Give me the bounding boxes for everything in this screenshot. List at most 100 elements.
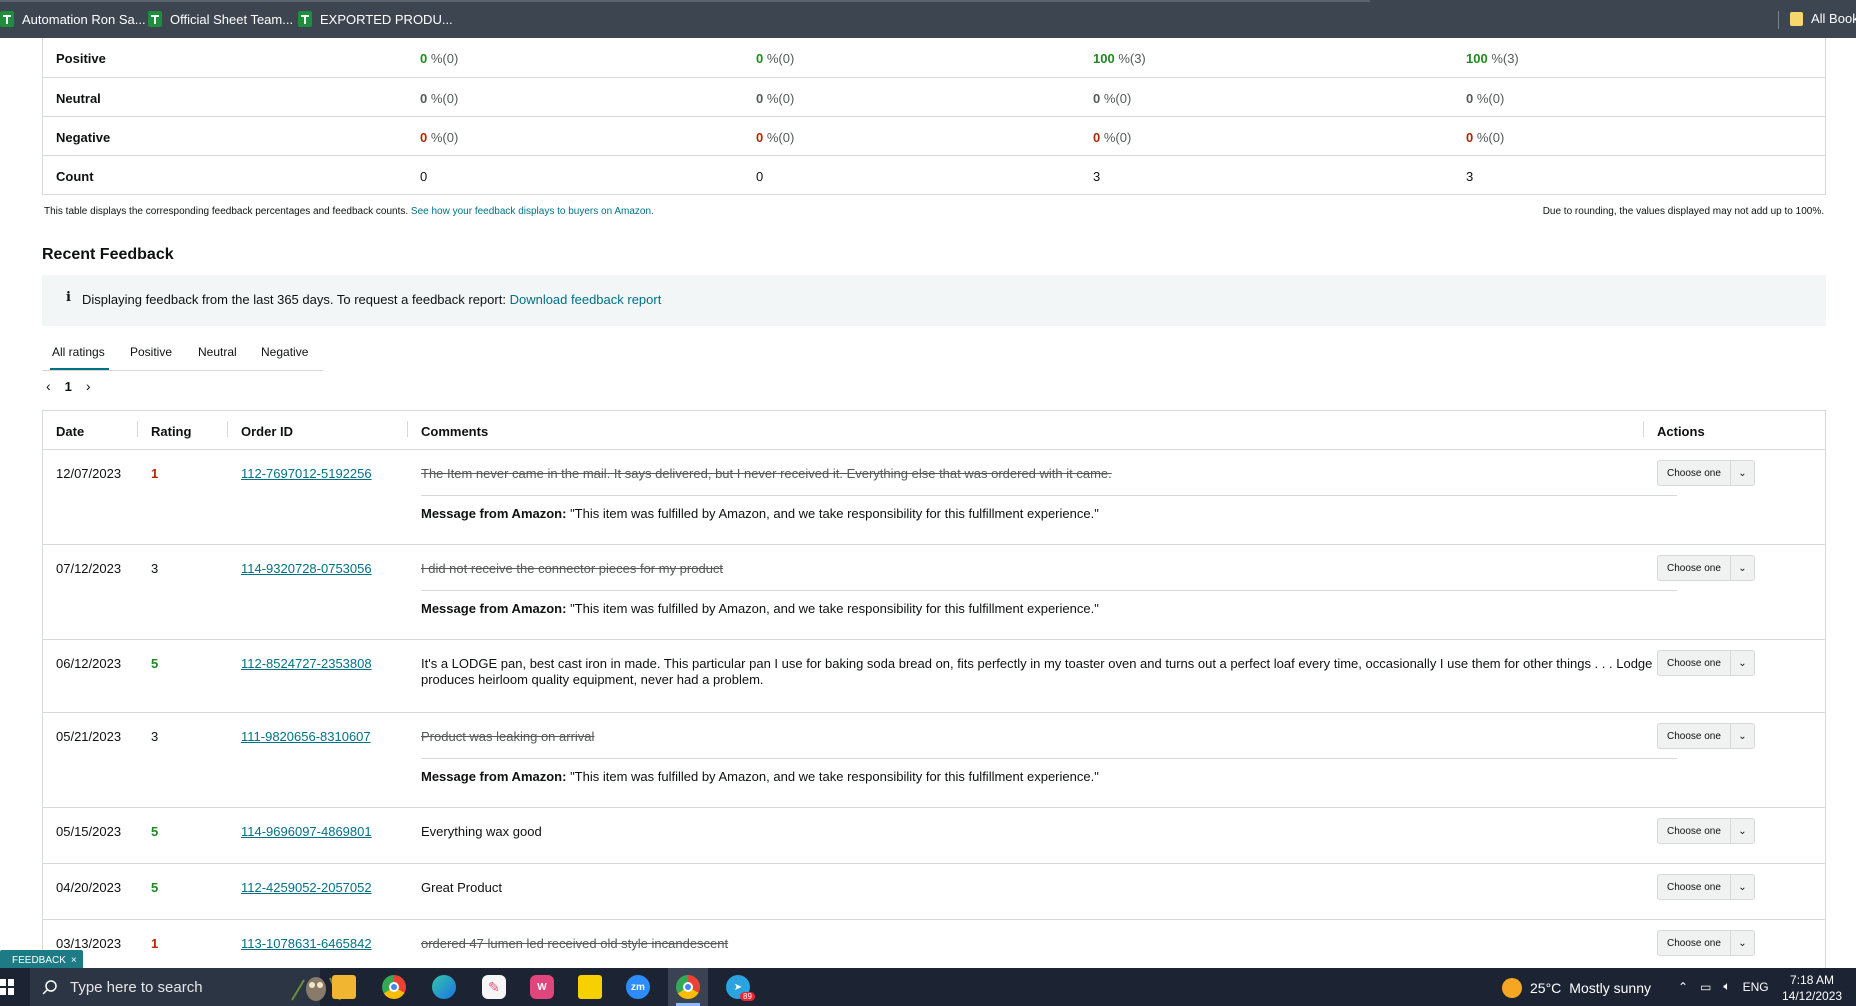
bookmark-official-sheet[interactable]: Official Sheet Team... xyxy=(148,11,293,27)
action-dropdown[interactable]: Choose one ⌄ xyxy=(1657,650,1755,676)
search-placeholder: Type here to search xyxy=(70,978,203,996)
chrome-icon[interactable] xyxy=(382,975,406,999)
network-icon[interactable]: ▭ xyxy=(1700,980,1711,994)
bookmarks-bar: Automation Ron Sa... Official Sheet Team… xyxy=(0,0,1856,38)
windows-start-icon[interactable] xyxy=(0,979,14,995)
table-row: 07/12/2023 3 114-9320728-0753056 I did n… xyxy=(43,545,1825,640)
edge-icon[interactable] xyxy=(432,975,456,999)
amazon-message: Message from Amazon: "This item was fulf… xyxy=(421,758,1677,784)
order-id-link[interactable]: 114-9696097-4869801 xyxy=(241,824,372,839)
windows-taskbar: Type here to search ✎ W zm ➤ 89 25°C Mos… xyxy=(0,968,1856,1006)
summary-cell: 0 %(0) xyxy=(756,91,795,106)
header-date[interactable]: Date xyxy=(56,424,84,439)
info-message: Displaying feedback from the last 365 da… xyxy=(82,292,661,307)
row-rating: 1 xyxy=(151,466,159,481)
telegram-badge: 89 xyxy=(740,992,755,1001)
sun-icon xyxy=(1502,978,1522,998)
rounding-note: Due to rounding, the values displayed ma… xyxy=(1542,206,1824,217)
summary-cell: 100 %(3) xyxy=(1093,51,1146,66)
language-indicator[interactable]: ENG xyxy=(1743,980,1769,994)
weather-desc: Mostly sunny xyxy=(1569,980,1651,996)
row-label: Positive xyxy=(56,51,106,66)
order-id-link[interactable]: 113-1078631-6465842 xyxy=(241,936,372,951)
chevron-down-icon: ⌄ xyxy=(1730,461,1754,485)
active-tab-indicator xyxy=(50,368,109,370)
summary-row-negative: Negative 0 %(0) 0 %(0) 0 %(0) 0 %(0) xyxy=(43,116,1825,155)
close-icon[interactable]: × xyxy=(71,955,77,966)
clock-time: 7:18 AM xyxy=(1790,973,1835,987)
pagination: ‹ 1 › xyxy=(46,378,91,394)
feedback-summary-table: Positive 0 %(0) 0 %(0) 100 %(3) 100 %(3)… xyxy=(42,38,1826,195)
bookmark-automation[interactable]: Automation Ron Sa... xyxy=(0,11,146,27)
order-id-link[interactable]: 112-4259052-2057052 xyxy=(241,880,372,895)
wps-icon[interactable]: W xyxy=(530,975,554,999)
all-bookmarks-label: All Bookmarks xyxy=(1811,11,1856,26)
amazon-message: Message from Amazon: "This item was fulf… xyxy=(421,495,1677,521)
tab-negative[interactable]: Negative xyxy=(261,345,308,359)
weather-widget[interactable]: 25°C Mostly sunny xyxy=(1502,978,1651,998)
chevron-up-icon[interactable]: ⌃ xyxy=(1678,980,1688,994)
header-order-id[interactable]: Order ID xyxy=(241,424,293,439)
tab-neutral[interactable]: Neutral xyxy=(198,345,237,359)
taskbar-search[interactable]: Type here to search xyxy=(30,968,341,1006)
summary-cell: 0 %(0) xyxy=(420,51,459,66)
table-row: 04/20/2023 5 112-4259052-2057052 Great P… xyxy=(43,864,1825,920)
summary-row-count: Count 0 0 3 3 xyxy=(43,155,1825,194)
order-id-link[interactable]: 114-9320728-0753056 xyxy=(241,561,372,576)
order-id-link[interactable]: 112-8524727-2353808 xyxy=(241,656,372,671)
tab-positive[interactable]: Positive xyxy=(130,345,172,359)
action-dropdown[interactable]: Choose one ⌄ xyxy=(1657,555,1755,581)
row-rating: 5 xyxy=(151,824,159,839)
info-icon: i xyxy=(66,290,71,305)
row-comment: ordered 47 lumen led received old style … xyxy=(421,936,729,951)
header-rating[interactable]: Rating xyxy=(151,424,191,439)
summary-cell: 0 %(0) xyxy=(1466,91,1505,106)
prev-page-icon[interactable]: ‹ xyxy=(46,378,51,394)
sheets-icon xyxy=(148,11,162,27)
clock[interactable]: 7:18 AM 14/12/2023 xyxy=(1782,972,1842,1004)
buyer-display-link[interactable]: See how your feedback displays to buyers… xyxy=(411,206,654,217)
action-dropdown[interactable]: Choose one ⌄ xyxy=(1657,874,1755,900)
action-dropdown[interactable]: Choose one ⌄ xyxy=(1657,930,1755,956)
summary-row-neutral: Neutral 0 %(0) 0 %(0) 0 %(0) 0 %(0) xyxy=(43,77,1825,116)
summary-note: This table displays the corresponding fe… xyxy=(44,206,654,217)
next-page-icon[interactable]: › xyxy=(86,378,91,394)
rating-tabs: All ratings Positive Neutral Negative xyxy=(42,333,323,371)
info-alert: i Displaying feedback from the last 365 … xyxy=(42,275,1826,326)
summary-cell: 0 %(0) xyxy=(420,91,459,106)
sticky-notes-icon[interactable] xyxy=(578,975,602,999)
row-date: 04/20/2023 xyxy=(56,880,122,895)
action-dropdown[interactable]: Choose one ⌄ xyxy=(1657,460,1755,486)
table-row: 06/12/2023 5 112-8524727-2353808 It's a … xyxy=(43,640,1825,713)
tab-strip-edge xyxy=(0,0,1370,2)
summary-cell: 3 xyxy=(1093,169,1101,184)
chrome-profile-icon[interactable] xyxy=(676,975,700,999)
volume-icon[interactable]: 🔈︎ xyxy=(1723,979,1730,994)
bookmark-exported[interactable]: EXPORTED PRODU... xyxy=(298,11,453,27)
search-icon xyxy=(42,980,57,995)
action-dropdown[interactable]: Choose one ⌄ xyxy=(1657,818,1755,844)
summary-note-text: This table displays the corresponding fe… xyxy=(44,206,409,217)
file-explorer-icon[interactable] xyxy=(332,975,356,999)
row-comment: Great Product xyxy=(421,880,502,895)
download-report-link[interactable]: Download feedback report xyxy=(510,292,662,307)
summary-cell: 0 %(0) xyxy=(1093,130,1132,145)
all-bookmarks[interactable]: All Bookmarks xyxy=(1790,11,1856,26)
chevron-down-icon: ⌄ xyxy=(1730,556,1754,580)
action-dropdown[interactable]: Choose one ⌄ xyxy=(1657,723,1755,749)
zoom-icon[interactable]: zm xyxy=(626,975,650,999)
summary-row-positive: Positive 0 %(0) 0 %(0) 100 %(3) 100 %(3) xyxy=(43,38,1825,77)
table-row: 05/15/2023 5 114-9696097-4869801 Everyth… xyxy=(43,808,1825,864)
feedback-button[interactable]: FEEDBACK × xyxy=(0,950,83,970)
chevron-down-icon: ⌄ xyxy=(1730,819,1754,843)
chevron-down-icon: ⌄ xyxy=(1730,931,1754,955)
amazon-message: Message from Amazon: "This item was fulf… xyxy=(421,590,1677,616)
sheets-icon xyxy=(298,11,312,27)
order-id-link[interactable]: 112-7697012-5192256 xyxy=(241,466,372,481)
row-date: 06/12/2023 xyxy=(56,656,122,671)
paint-icon[interactable]: ✎ xyxy=(482,975,506,999)
row-rating: 5 xyxy=(151,880,159,895)
order-id-link[interactable]: 111-9820656-8310607 xyxy=(241,729,371,744)
tab-all-ratings[interactable]: All ratings xyxy=(52,345,105,359)
current-page[interactable]: 1 xyxy=(65,379,72,394)
